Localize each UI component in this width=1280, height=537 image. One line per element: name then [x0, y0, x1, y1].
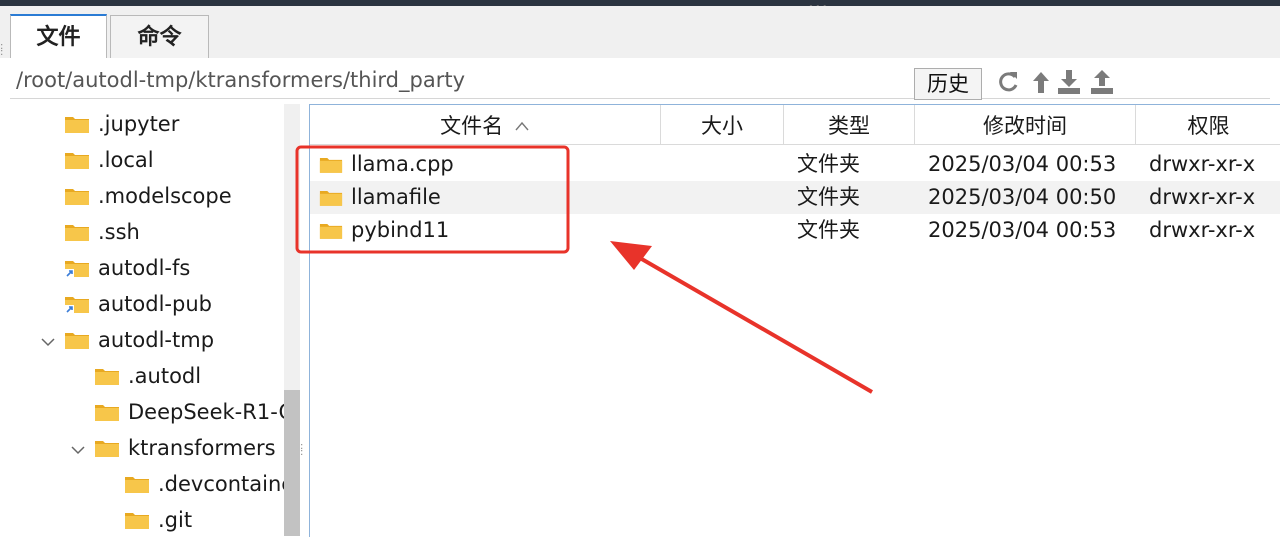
row-name-cell: llamafile — [319, 181, 441, 214]
row-permissions: drwxr-xr-x — [1149, 218, 1256, 242]
tree-item-git[interactable]: .git — [124, 503, 192, 536]
tab-files-label: 文件 — [36, 25, 81, 50]
tree-item-label: .autodl — [128, 364, 202, 388]
folder-icon — [94, 402, 120, 422]
download-icon[interactable] — [1056, 68, 1082, 96]
table-row[interactable]: pybind11 文件夹 2025/03/04 00:53 drwxr-xr-x — [310, 214, 1280, 247]
column-header-name-label: 文件名 — [440, 114, 504, 138]
row-name-cell: pybind11 — [319, 214, 449, 247]
row-permissions: drwxr-xr-x — [1149, 185, 1256, 209]
row-modified: 2025/03/04 00:53 — [928, 218, 1117, 242]
column-header-size[interactable]: 大小 — [661, 105, 784, 145]
link-folder-icon — [64, 294, 90, 314]
tree-item-label: .local — [98, 148, 154, 172]
tree-item-label: .devcontaine — [158, 472, 295, 496]
folder-icon — [64, 222, 90, 242]
folder-icon — [319, 221, 343, 240]
refresh-icon[interactable] — [995, 68, 1021, 96]
tree-item-label: ktransformers — [128, 436, 276, 460]
column-header-modified[interactable]: 修改时间 — [915, 105, 1136, 145]
sort-ascending-icon — [515, 121, 529, 131]
row-modified: 2025/03/04 00:50 — [928, 185, 1117, 209]
tree-item-ktransformers[interactable]: ktransformers — [94, 431, 276, 465]
tree-item-autodl[interactable]: .autodl — [94, 359, 201, 393]
tree-item-label: .jupyter — [98, 112, 180, 136]
tab-commands[interactable]: 命令 — [110, 15, 209, 58]
row-type: 文件夹 — [797, 152, 860, 176]
tree-item-autodl-fs[interactable]: autodl-fs — [64, 251, 190, 285]
path-bar: /root/autodl-tmp/ktransformers/third_par… — [0, 58, 1280, 102]
folder-icon — [94, 366, 120, 386]
row-name: llamafile — [351, 185, 441, 209]
tree-item-label: autodl-fs — [98, 256, 191, 280]
folder-icon — [64, 186, 90, 206]
column-header-permissions[interactable]: 权限 — [1136, 105, 1280, 145]
folder-tree: .jupyter .local .modelscope .ssh autodl-… — [0, 104, 300, 536]
tab-strip: 文件 命令 — [0, 6, 1280, 60]
row-modified: 2025/03/04 00:53 — [928, 152, 1117, 176]
row-name: llama.cpp — [351, 152, 454, 176]
tree-scrollbar-thumb[interactable] — [284, 390, 300, 536]
tree-item-autodl-pub[interactable]: autodl-pub — [64, 287, 212, 321]
chevron-down-icon[interactable] — [69, 441, 87, 459]
folder-icon — [64, 330, 90, 350]
tree-item-label: autodl-tmp — [98, 328, 215, 352]
file-list: 文件名 大小 类型 修改时间 权限 llama.cpp 文件夹 2025/03/… — [309, 104, 1280, 537]
row-type: 文件夹 — [797, 185, 860, 209]
tree-item-autodl-tmp[interactable]: autodl-tmp — [64, 323, 214, 357]
link-folder-icon — [64, 258, 90, 278]
tree-item-label: autodl-pub — [98, 292, 212, 316]
tree-item-jupyter[interactable]: .jupyter — [64, 107, 179, 141]
tree-item-label: .git — [158, 508, 193, 532]
folder-icon — [94, 438, 120, 458]
tab-files[interactable]: 文件 — [10, 14, 107, 60]
chevron-down-icon[interactable] — [39, 333, 57, 351]
folder-icon — [319, 155, 343, 174]
upload-icon[interactable] — [1089, 68, 1115, 96]
column-header-name[interactable]: 文件名 — [310, 105, 661, 145]
tree-item-ssh[interactable]: .ssh — [64, 215, 140, 249]
history-button[interactable]: 历史 — [914, 68, 982, 100]
tree-item-label: .modelscope — [98, 184, 232, 208]
folder-icon — [124, 474, 150, 494]
tree-item-label: .ssh — [98, 220, 140, 244]
tree-item-local[interactable]: .local — [64, 143, 154, 177]
folder-icon — [319, 188, 343, 207]
tree-item-label: DeepSeek-R1-G — [128, 400, 295, 424]
column-header-type[interactable]: 类型 — [784, 105, 915, 145]
folder-icon — [64, 114, 90, 134]
row-name-cell: llama.cpp — [319, 148, 454, 181]
path-divider — [10, 98, 1270, 99]
tab-commands-label: 命令 — [137, 25, 182, 50]
folder-icon — [124, 510, 150, 530]
row-name: pybind11 — [351, 218, 450, 242]
tree-item-deepseek[interactable]: DeepSeek-R1-G — [94, 395, 295, 429]
row-permissions: drwxr-xr-x — [1149, 152, 1256, 176]
tree-item-devcontainer[interactable]: .devcontaine — [124, 467, 294, 501]
up-arrow-icon[interactable] — [1028, 68, 1054, 96]
pane-splitter[interactable]: :: — [300, 442, 308, 470]
table-row[interactable]: llamafile 文件夹 2025/03/04 00:50 drwxr-xr-… — [310, 181, 1280, 214]
table-row[interactable]: llama.cpp 文件夹 2025/03/04 00:53 drwxr-xr-… — [310, 148, 1280, 181]
row-type: 文件夹 — [797, 218, 860, 242]
folder-icon — [64, 150, 90, 170]
tree-item-modelscope[interactable]: .modelscope — [64, 179, 232, 213]
path-input[interactable]: /root/autodl-tmp/ktransformers/third_par… — [16, 68, 465, 92]
